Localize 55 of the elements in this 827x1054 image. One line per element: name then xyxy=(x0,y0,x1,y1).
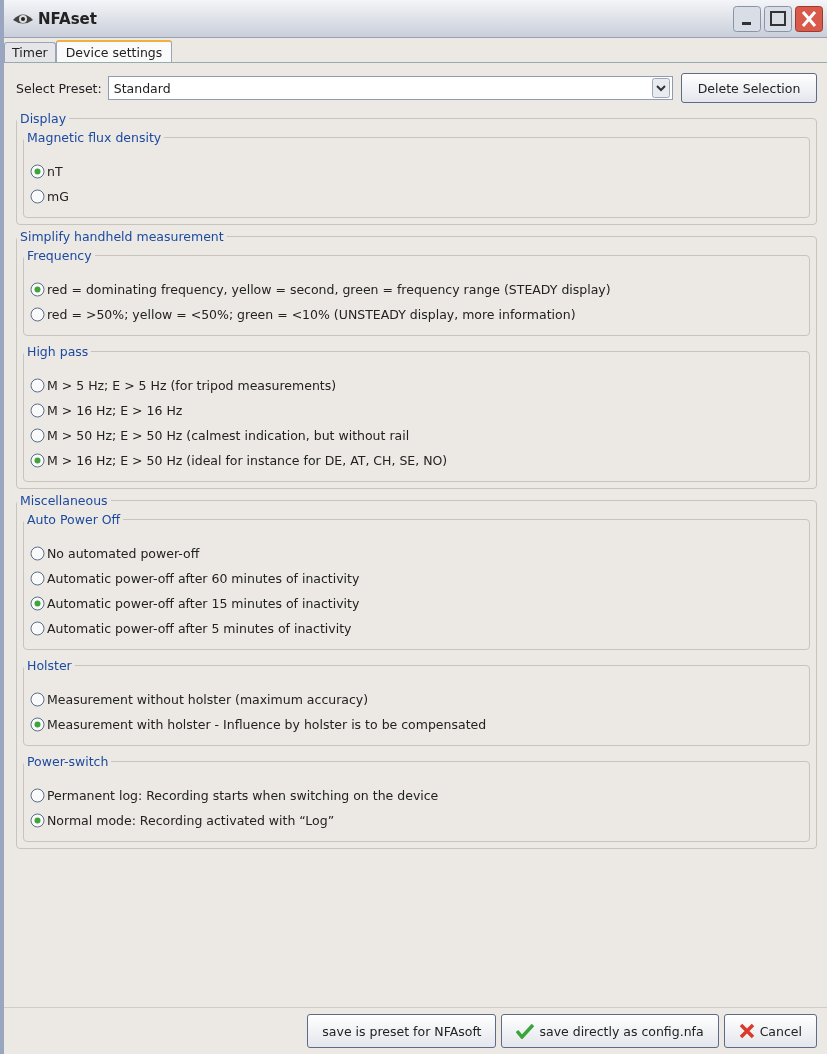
radio-button[interactable] xyxy=(30,282,45,297)
radio-button[interactable] xyxy=(30,692,45,707)
option-label[interactable]: M > 50 Hz; E > 50 Hz (calmest indication, but without rail xyxy=(47,428,410,443)
checkmark-icon xyxy=(516,1023,535,1039)
option-label[interactable]: Automatic power-off after 60 minutes of inactivity xyxy=(47,571,360,586)
radio-button[interactable] xyxy=(30,164,45,179)
tab[interactable]: Device settings xyxy=(55,40,173,62)
option-label[interactable]: Permanent log: Recording starts when switching on the device xyxy=(47,788,439,803)
option-label[interactable]: M > 16 Hz; E > 16 Hz xyxy=(47,403,183,418)
cancel-button[interactable]: Cancel xyxy=(723,1014,817,1048)
radio-button[interactable] xyxy=(30,453,45,468)
radio-button[interactable] xyxy=(30,788,45,803)
option-label[interactable]: No automated power-off xyxy=(47,546,200,561)
option-label[interactable]: nT xyxy=(47,164,63,179)
radio-button[interactable] xyxy=(30,189,45,204)
radio-button[interactable] xyxy=(30,428,45,443)
window-title: NFAset xyxy=(38,9,97,28)
delete-selection-button[interactable]: Delete Selection xyxy=(681,73,817,103)
option-label[interactable]: Measurement with holster - Influence by holster is to be compensated xyxy=(47,717,487,732)
option-label[interactable]: Measurement without holster (maximum accuracy) xyxy=(47,692,369,707)
radio-button[interactable] xyxy=(30,546,45,561)
group-title: Auto Power Off xyxy=(26,512,122,527)
group-title: Magnetic flux density xyxy=(26,130,163,145)
radio-button[interactable] xyxy=(30,596,45,611)
option-label[interactable]: Automatic power-off after 5 minutes of inactivity xyxy=(47,621,352,636)
option-label[interactable]: Normal mode: Recording activated with “Log” xyxy=(47,813,335,828)
radio-button[interactable] xyxy=(30,307,45,322)
group-title: Frequency xyxy=(26,248,93,263)
radio-button[interactable] xyxy=(30,571,45,586)
cross-icon xyxy=(738,1023,755,1039)
option-label[interactable]: red = >50%; yellow = <50%; green = <10% (UNSTEADY display, more information) xyxy=(47,307,576,322)
radio-button[interactable] xyxy=(30,403,45,418)
preset-dropdown[interactable]: Standard xyxy=(107,76,673,100)
maximize-icon[interactable] xyxy=(764,5,792,32)
minimize-icon[interactable] xyxy=(733,5,761,32)
close-icon[interactable] xyxy=(795,5,823,32)
option-label[interactable]: red = dominating frequency, yellow = second, green = frequency range (STEADY display) xyxy=(47,282,611,297)
group-title: Holster xyxy=(26,658,73,673)
radio-button[interactable] xyxy=(30,378,45,393)
radio-button[interactable] xyxy=(30,621,45,636)
save-button[interactable]: save is preset for NFAsoft xyxy=(307,1014,497,1048)
preset-label: Select Preset: xyxy=(16,80,102,96)
group-title: Miscellaneous xyxy=(19,493,109,508)
option-label[interactable]: M > 16 Hz; E > 50 Hz (ideal for instance for DE, AT, CH, SE, NO) xyxy=(47,453,448,468)
radio-button[interactable] xyxy=(30,813,45,828)
option-label[interactable]: mG xyxy=(47,189,69,204)
group-title: Simplify handheld measurement xyxy=(19,229,225,244)
group-title: High pass xyxy=(26,344,90,359)
option-label[interactable]: M > 5 Hz; E > 5 Hz (for tripod measurements) xyxy=(47,378,337,393)
save-button[interactable]: save directly as config.nfa xyxy=(501,1014,719,1048)
option-label[interactable]: Automatic power-off after 15 minutes of inactivity xyxy=(47,596,360,611)
tab[interactable]: Timer xyxy=(4,42,56,62)
group-title: Power-switch xyxy=(26,754,110,769)
group-title: Display xyxy=(19,111,68,126)
radio-button[interactable] xyxy=(30,717,45,732)
